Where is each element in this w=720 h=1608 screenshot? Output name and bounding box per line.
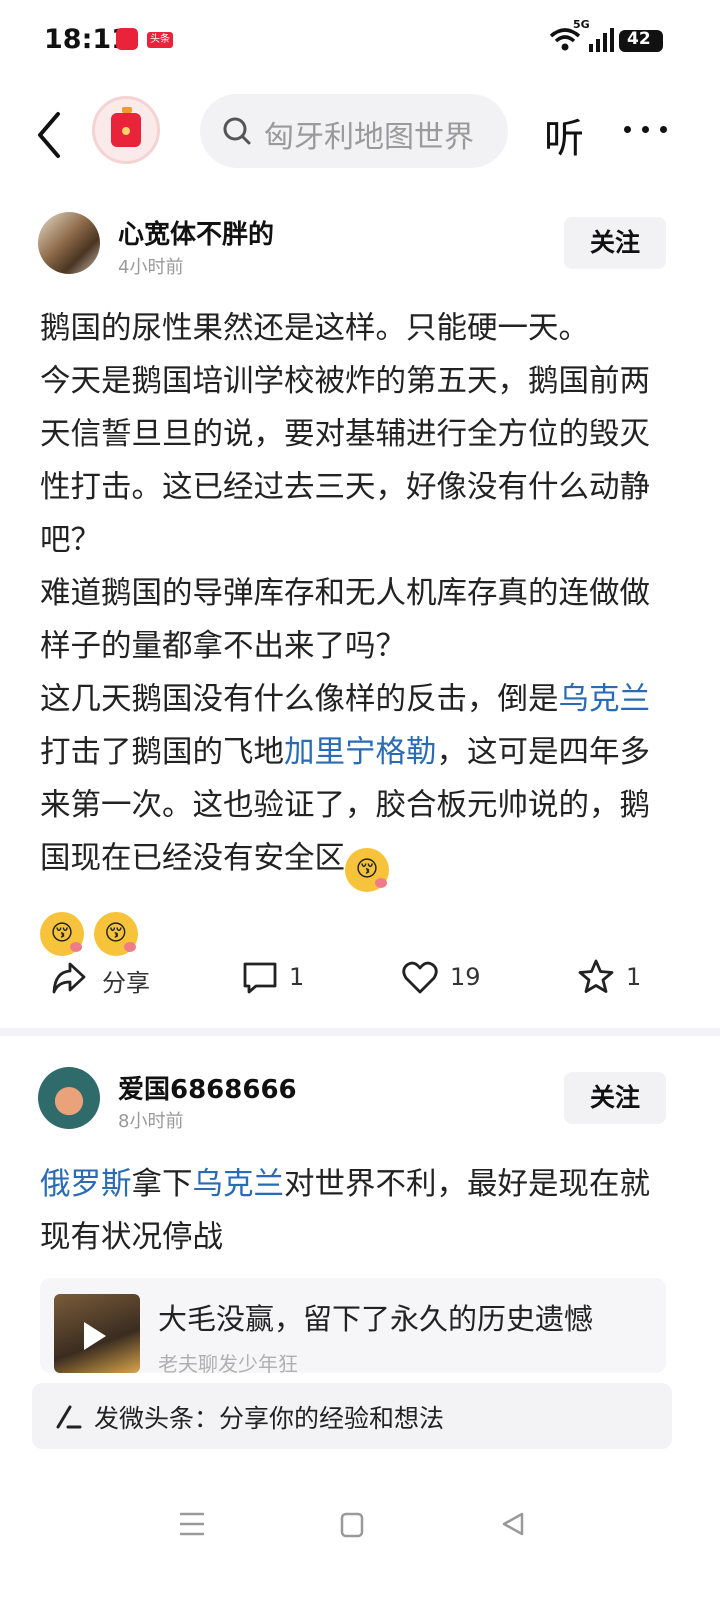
battery-level: 42 <box>627 29 651 49</box>
app-notification-icon <box>116 28 138 50</box>
post-content[interactable]: 俄罗斯拿下乌克兰对世界不利，最好是现在就现有状况停战 <box>40 1158 650 1264</box>
search-icon <box>222 116 252 146</box>
more-icon[interactable] <box>624 126 668 136</box>
kissing-emoji-icon: 😚 <box>93 912 138 956</box>
topic-link-ukraine[interactable]: 乌克兰 <box>559 682 651 717</box>
post-time: 8小时前 <box>118 1111 184 1132</box>
follow-button[interactable]: 关注 <box>564 217 666 269</box>
share-icon[interactable] <box>50 958 90 998</box>
like-count: 19 <box>450 963 481 991</box>
linked-video-card[interactable]: 大毛没赢，留下了永久的历史遗憾 老夫聊发少年狂 <box>40 1278 666 1373</box>
play-icon <box>84 1322 106 1350</box>
post-paragraph: 难道鹅国的导弹库存和无人机库存真的连做做样子的量都拿不出来了吗？ <box>40 576 650 664</box>
post-paragraph: 今天是鹅国培训学校被炸的第五天，鹅国前两天信誓旦旦的说，要对基辅进行全方位的毁灭… <box>40 364 650 558</box>
status-icons <box>545 22 680 58</box>
post-paragraph: 这几天鹅国没有什么像样的反击，倒是乌克兰打击了鹅国的飞地加里宁格勒，这可是四年多… <box>40 673 650 892</box>
comment-icon[interactable] <box>242 960 278 996</box>
feed-divider <box>0 1028 720 1036</box>
text-segment: 打击了鹅国的飞地 <box>40 735 284 770</box>
text-segment: 拿下 <box>131 1167 193 1202</box>
topic-link-kaliningrad[interactable]: 加里宁格勒 <box>284 735 437 770</box>
card-title: 大毛没赢，留下了永久的历史遗憾 <box>158 1302 594 1336</box>
listen-button[interactable]: 听 <box>544 106 584 164</box>
post-content[interactable]: 鹅国的尿性果然还是这样。只能硬一天。 今天是鹅国培训学校被炸的第五天，鹅国前两天… <box>40 302 650 956</box>
avatar[interactable] <box>38 212 100 274</box>
compose-bar[interactable]: 发微头条：分享你的经验和想法 <box>32 1383 672 1449</box>
topic-link-ukraine[interactable]: 乌克兰 <box>193 1167 285 1202</box>
search-box[interactable]: 匈牙利地图世界 <box>200 94 508 168</box>
favorite-count: 1 <box>626 963 642 991</box>
share-label[interactable]: 分享 <box>102 963 150 998</box>
emoji-line: 😚 😚 <box>40 896 650 956</box>
red-envelope-icon[interactable] <box>92 96 160 164</box>
search-placeholder: 匈牙利地图世界 <box>264 120 474 155</box>
menu-icon[interactable] <box>180 1512 204 1536</box>
home-icon[interactable] <box>340 1512 364 1538</box>
text-segment: 这几天鹅国没有什么像样的反击，倒是 <box>40 682 559 717</box>
back-icon[interactable] <box>30 110 70 160</box>
card-source: 老夫聊发少年狂 <box>158 1352 298 1373</box>
topic-link-russia[interactable]: 俄罗斯 <box>40 1167 132 1202</box>
comment-count: 1 <box>289 963 305 991</box>
system-navigation-bar <box>0 1480 720 1604</box>
follow-button[interactable]: 关注 <box>564 1072 666 1124</box>
back-triangle-icon[interactable] <box>502 1512 524 1536</box>
compose-placeholder: 发微头条：分享你的经验和想法 <box>94 1404 445 1433</box>
video-thumbnail <box>54 1294 140 1373</box>
post-username[interactable]: 爱国6868666 <box>118 1069 297 1106</box>
toutiao-notification-icon: 头条 <box>147 32 173 48</box>
like-icon[interactable] <box>401 960 439 996</box>
post-paragraph: 鹅国的尿性果然还是这样。只能硬一天。 <box>40 311 589 346</box>
avatar[interactable] <box>38 1067 100 1129</box>
post-time: 4小时前 <box>118 257 184 278</box>
wifi-icon <box>549 28 663 52</box>
network-label: 5G <box>573 18 590 31</box>
post-paragraph: 俄罗斯拿下乌克兰对世界不利，最好是现在就现有状况停战 <box>40 1158 650 1264</box>
kissing-emoji-icon: 😚 <box>345 848 389 892</box>
post-username[interactable]: 心宽体不胖的 <box>118 214 274 251</box>
favorite-star-icon[interactable] <box>577 958 615 996</box>
pen-icon <box>54 1401 84 1431</box>
kissing-emoji-icon: 😚 <box>40 912 84 956</box>
